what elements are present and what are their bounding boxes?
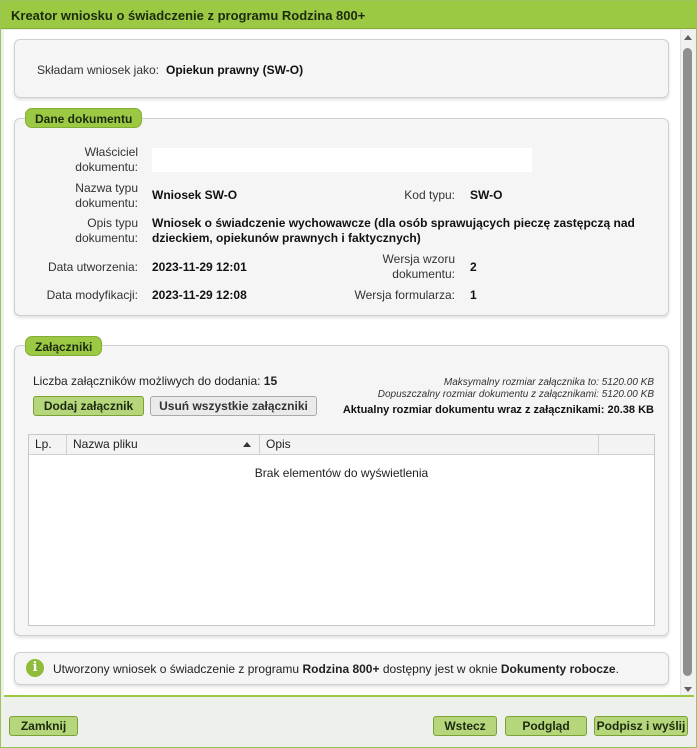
wizard-window: Kreator wniosku o świadczenie z programu… [0,0,697,748]
scroll-thumb[interactable] [683,48,692,676]
add-attachment-button[interactable]: Dodaj załącznik [33,396,144,416]
allowed-size-text: Dopuszczalny rozmiar dokumentu z załączn… [377,389,654,400]
remove-all-attachments-button[interactable]: Usuń wszystkie załączniki [150,396,317,416]
modified-value: 2023-11-29 12:08 [152,288,247,302]
modified-label: Data modyfikacji: [46,288,138,302]
attachments-grid: Lp. Nazwa pliku Opis Brak elementów do w… [28,434,655,626]
program-name: Rodzina 800+ [302,662,380,676]
applicant-panel: Składam wniosek jako: Opiekun prawny (SW… [14,39,669,98]
window-title: Kreator wniosku o świadczenie z programu… [11,8,366,23]
sort-ascending-icon [243,442,251,447]
created-label: Data utworzenia: [47,260,138,274]
scroll-down-icon[interactable] [684,687,692,692]
column-filler [599,435,655,455]
owner-field [152,148,532,172]
current-size-text: Aktualny rozmiar dokumentu wraz z załącz… [342,404,654,416]
info-icon: i [26,659,44,677]
column-lp[interactable]: Lp. [29,435,67,455]
applicant-label: Składam wniosek jako: [36,63,159,77]
template-version-value: 2 [470,260,477,274]
wizard-footer: Zamknij Wstecz Podgląd Podpisz i wyślij [1,700,696,747]
sign-and-send-button[interactable]: Podpisz i wyślij [594,716,688,736]
column-description[interactable]: Opis [260,435,599,455]
back-button[interactable]: Wstecz [433,716,497,736]
created-value: 2023-11-29 12:01 [152,260,247,274]
max-size-text: Maksymalny rozmiar załącznika to: 5120.0… [443,377,654,388]
attachments-count-value: 15 [263,374,278,388]
preview-button[interactable]: Podgląd [505,716,587,736]
form-version-label: Wersja formularza: [354,288,455,302]
grid-header: Lp. Nazwa pliku Opis [29,435,654,455]
type-name-value: Wniosek SW-O [152,188,238,202]
grid-empty-message: Brak elementów do wyświetlenia [254,466,429,480]
owner-label: Właściciel dokumentu: [75,145,138,174]
type-desc-value: Wniosek o świadczenie wychowawcze (dla o… [152,216,635,245]
column-file-name[interactable]: Nazwa pliku [67,435,260,455]
vertical-scrollbar[interactable] [680,30,694,695]
info-text: Utworzony wniosek o świadczenie z progra… [53,662,619,676]
attachments-count-label: Liczba załączników możliwych do dodania:… [33,374,278,388]
attachments-legend: Załączniki [25,336,103,356]
type-name-label: Nazwa typu dokumentu: [75,181,138,210]
form-version-value: 1 [470,288,477,302]
type-code-value: SW-O [470,188,503,202]
type-desc-label: Opis typu dokumentu: [75,216,138,245]
info-panel: i Utworzony wniosek o świadczenie z prog… [14,652,669,685]
drafts-window-name: Dokumenty robocze [500,662,616,676]
attachments-panel: Liczba załączników możliwych do dodania:… [14,345,669,636]
scroll-up-icon[interactable] [684,35,692,40]
close-button[interactable]: Zamknij [9,716,78,736]
template-version-label: Wersja wzoru dokumentu: [382,252,455,281]
window-titlebar[interactable]: Kreator wniosku o świadczenie z programu… [1,1,696,29]
document-data-panel: Właściciel dokumentu: Nazwa typu dokumen… [14,118,669,316]
document-data-legend: Dane dokumentu [25,108,143,128]
wizard-content: Składam wniosek jako: Opiekun prawny (SW… [4,30,694,697]
applicant-value: Opiekun prawny (SW-O) [166,63,304,77]
type-code-label: Kod typu: [404,188,455,202]
